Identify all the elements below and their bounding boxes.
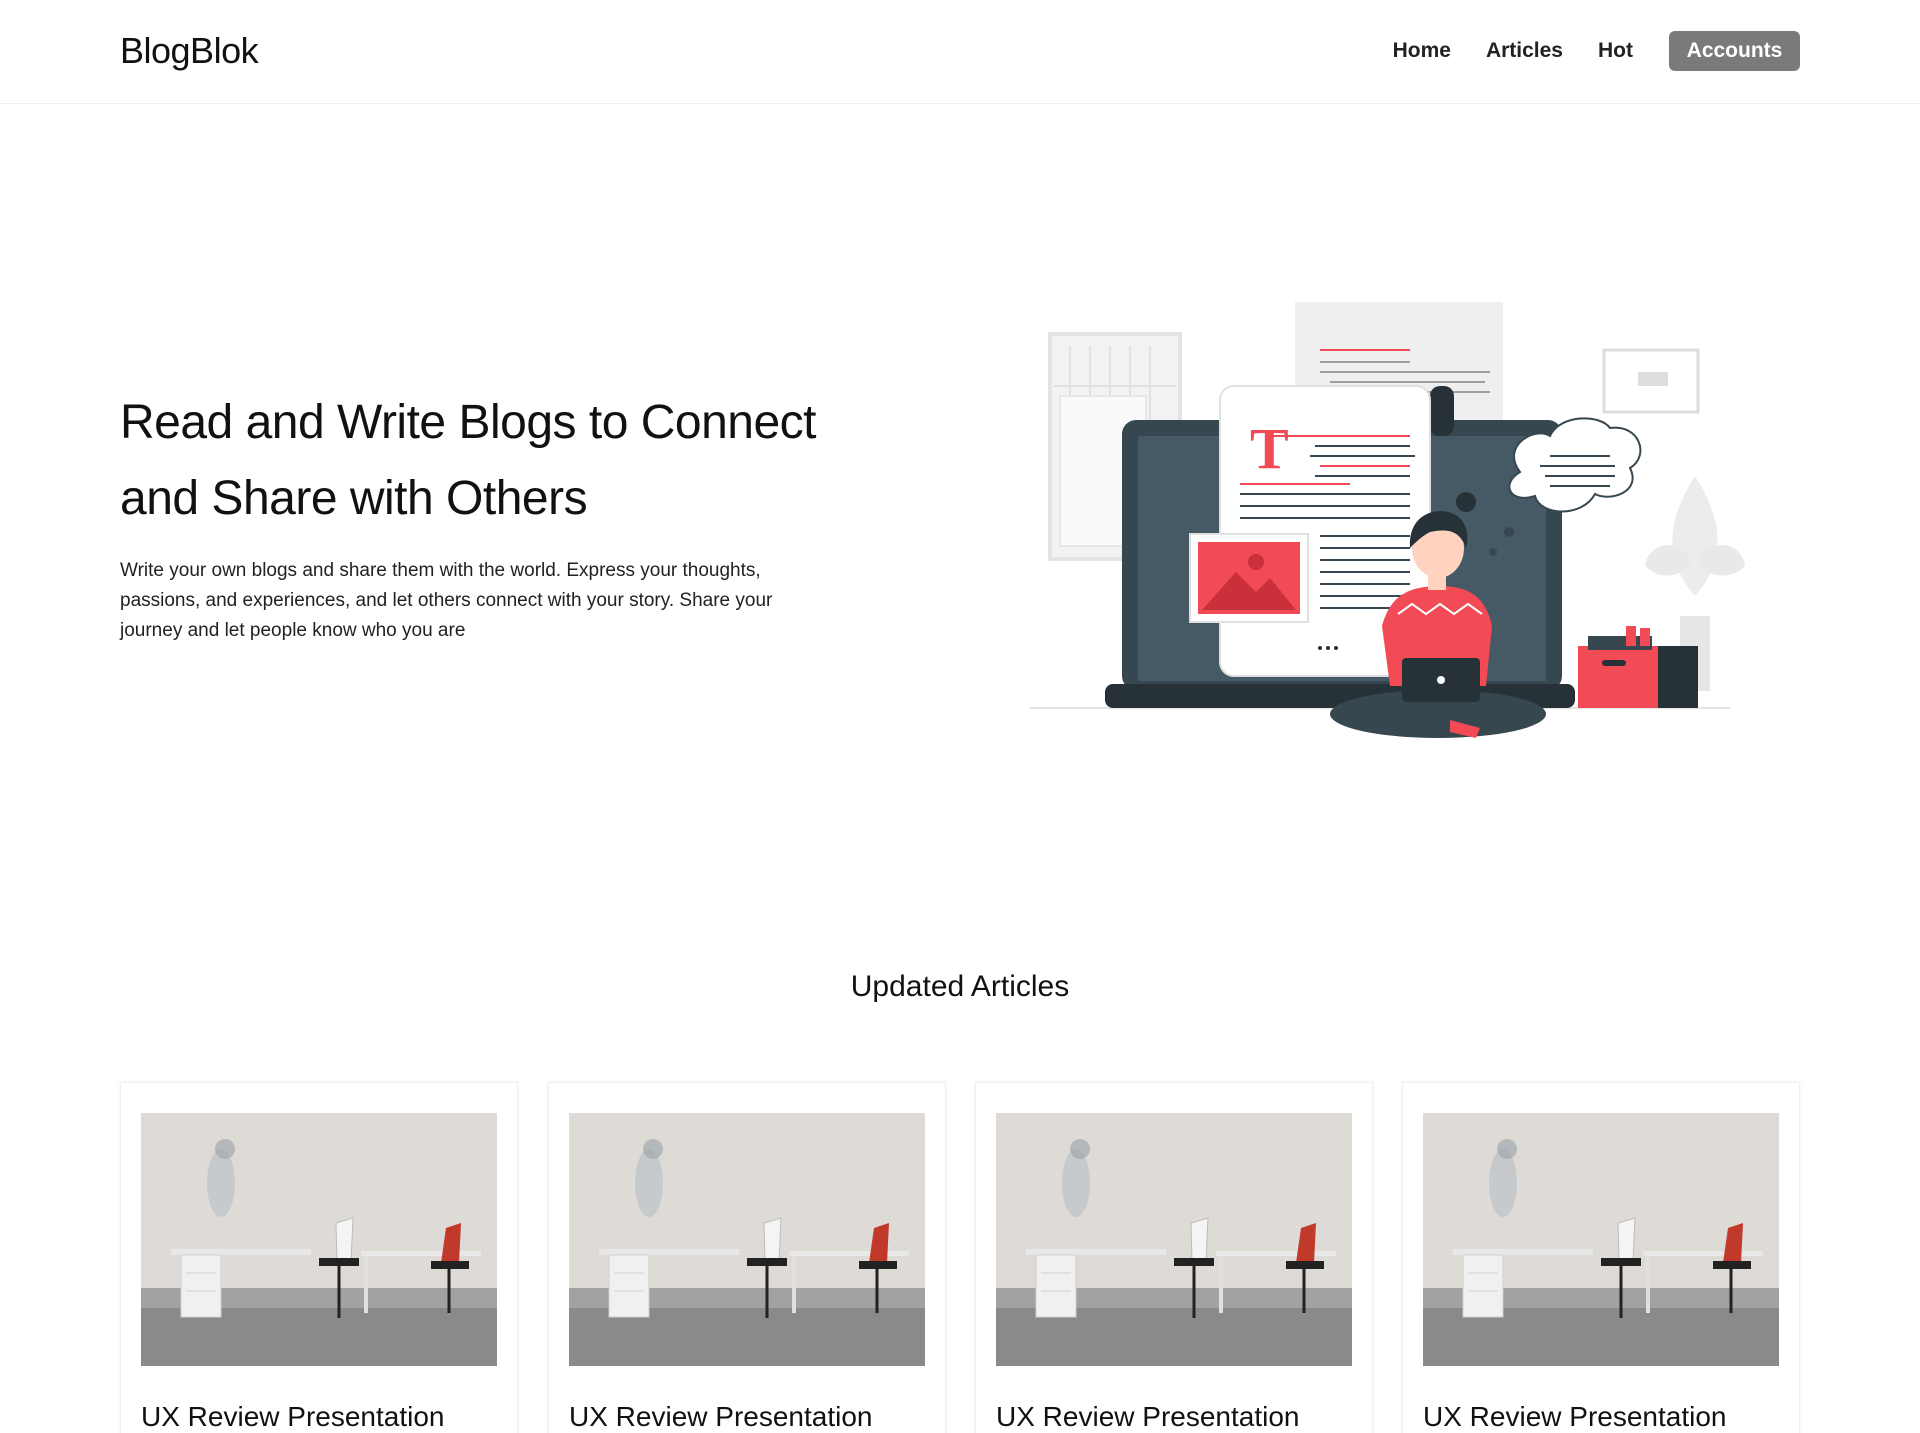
- hero-title: Read and Write Blogs to Connect and Shar…: [120, 385, 900, 537]
- nav-home-link[interactable]: Home: [1393, 39, 1451, 63]
- nav-hot-link[interactable]: Hot: [1598, 39, 1633, 63]
- article-title[interactable]: UX Review Presentation: [569, 1401, 872, 1433]
- office-photo: [996, 1113, 1352, 1366]
- accounts-button[interactable]: Accounts: [1669, 31, 1800, 71]
- article-image: [569, 1113, 925, 1366]
- office-photo: [569, 1113, 925, 1366]
- article-image: [1423, 1113, 1779, 1366]
- office-photo: [141, 1113, 497, 1366]
- article-image: [996, 1113, 1352, 1366]
- article-card-list: UX Review Presentation UX Review Present…: [120, 1082, 1800, 1433]
- updated-articles-heading: Updated Articles: [850, 970, 1070, 1003]
- article-card[interactable]: UX Review Presentation: [548, 1082, 946, 1433]
- hero-description: Write your own blogs and share them with…: [120, 560, 773, 641]
- article-title[interactable]: UX Review Presentation: [996, 1401, 1299, 1433]
- article-card[interactable]: UX Review Presentation: [1402, 1082, 1800, 1433]
- hero-title-line-1: Read and Write Blogs to Connect: [120, 396, 817, 449]
- article-card[interactable]: UX Review Presentation: [975, 1082, 1373, 1433]
- hero-title-line-2: and Share with Others: [120, 472, 588, 525]
- blogging-illustration: T: [1030, 302, 1745, 738]
- svg-text:T: T: [1250, 416, 1289, 481]
- top-navbar: BlogBlok Home Articles Hot Accounts: [0, 0, 1920, 104]
- hero-illustration: T: [1030, 296, 1750, 746]
- article-image: [141, 1113, 497, 1366]
- site-logo[interactable]: BlogBlok: [120, 30, 259, 72]
- nav-articles-link[interactable]: Articles: [1486, 39, 1563, 63]
- article-card[interactable]: UX Review Presentation: [120, 1082, 518, 1433]
- article-title[interactable]: UX Review Presentation: [141, 1401, 444, 1433]
- main-nav: Home Articles Hot Accounts: [1393, 31, 1800, 71]
- office-photo: [1423, 1113, 1779, 1366]
- article-title[interactable]: UX Review Presentation: [1423, 1401, 1726, 1433]
